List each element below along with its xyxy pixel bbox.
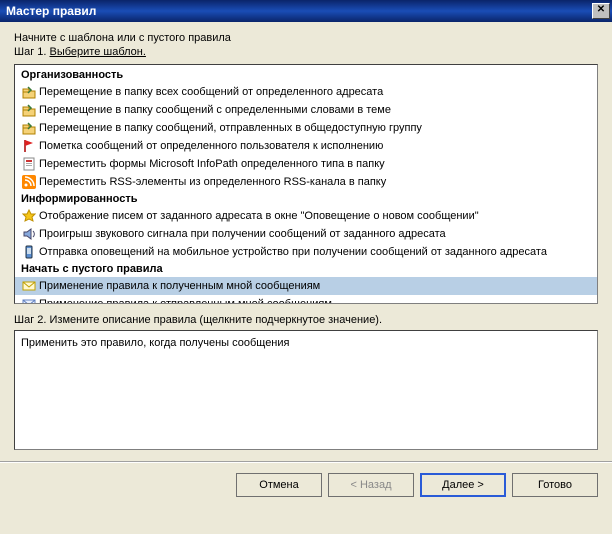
mail-out-icon bbox=[21, 296, 37, 304]
sound-icon bbox=[21, 226, 37, 242]
finish-button[interactable]: Готово bbox=[512, 473, 598, 497]
item-label: Применение правила к полученным мной соо… bbox=[39, 279, 320, 294]
rule-description-box[interactable]: Применить это правило, когда получены со… bbox=[14, 330, 598, 450]
item-label: Пометка сообщений от определенного польз… bbox=[39, 139, 383, 154]
form-icon bbox=[21, 156, 37, 172]
item-label: Проигрыш звукового сигнала при получении… bbox=[39, 227, 446, 242]
titlebar: Мастер правил ✕ bbox=[0, 0, 612, 22]
rule-template-list[interactable]: Организованность Перемещение в папку все… bbox=[14, 64, 598, 304]
list-item[interactable]: Перемещение в папку сообщений с определе… bbox=[15, 101, 597, 119]
list-item[interactable]: Перемещение в папку всех сообщений от оп… bbox=[15, 83, 597, 101]
alert-star-icon bbox=[21, 208, 37, 224]
back-button[interactable]: < Назад bbox=[328, 473, 414, 497]
flag-icon bbox=[21, 138, 37, 154]
mail-in-icon bbox=[21, 278, 37, 294]
list-item-selected[interactable]: Применение правила к полученным мной соо… bbox=[15, 277, 597, 295]
list-item[interactable]: Отправка оповещений на мобильное устройс… bbox=[15, 243, 597, 261]
cancel-button[interactable]: Отмена bbox=[236, 473, 322, 497]
intro-text: Начните с шаблона или с пустого правила bbox=[14, 32, 598, 44]
group-organization: Организованность bbox=[15, 67, 597, 83]
group-information: Информированность bbox=[15, 191, 597, 207]
list-item[interactable]: Пометка сообщений от определенного польз… bbox=[15, 137, 597, 155]
move-folder-icon bbox=[21, 120, 37, 136]
description-text: Применить это правило, когда получены со… bbox=[21, 337, 290, 349]
item-label: Перемещение в папку сообщений, отправлен… bbox=[39, 121, 422, 136]
window-title: Мастер правил bbox=[6, 4, 96, 18]
item-label: Отображение писем от заданного адресата … bbox=[39, 209, 479, 224]
item-label: Отправка оповещений на мобильное устройс… bbox=[39, 245, 547, 260]
list-item[interactable]: Отображение писем от заданного адресата … bbox=[15, 207, 597, 225]
step2-label: Шаг 2. Измените описание правила (щелкни… bbox=[14, 314, 598, 326]
list-item[interactable]: Переместить формы Microsoft InfoPath опр… bbox=[15, 155, 597, 173]
close-button[interactable]: ✕ bbox=[592, 3, 610, 19]
list-item[interactable]: Переместить RSS-элементы из определенног… bbox=[15, 173, 597, 191]
rss-icon bbox=[21, 174, 37, 190]
item-label: Переместить RSS-элементы из определенног… bbox=[39, 175, 386, 190]
group-blank: Начать с пустого правила bbox=[15, 261, 597, 277]
item-label: Перемещение в папку всех сообщений от оп… bbox=[39, 85, 383, 100]
dialog-content: Начните с шаблона или с пустого правила … bbox=[0, 22, 612, 462]
list-item[interactable]: Применение правила к отправленным мной с… bbox=[15, 295, 597, 304]
button-row: Отмена < Назад Далее > Готово bbox=[0, 462, 612, 507]
item-label: Переместить формы Microsoft InfoPath опр… bbox=[39, 157, 385, 172]
list-item[interactable]: Перемещение в папку сообщений, отправлен… bbox=[15, 119, 597, 137]
next-button[interactable]: Далее > bbox=[420, 473, 506, 497]
item-label: Применение правила к отправленным мной с… bbox=[39, 297, 332, 305]
move-folder-icon bbox=[21, 102, 37, 118]
mobile-icon bbox=[21, 244, 37, 260]
item-label: Перемещение в папку сообщений с определе… bbox=[39, 103, 391, 118]
move-folder-icon bbox=[21, 84, 37, 100]
list-item[interactable]: Проигрыш звукового сигнала при получении… bbox=[15, 225, 597, 243]
step1-label: Шаг 1. Выберите шаблон. bbox=[14, 46, 598, 58]
